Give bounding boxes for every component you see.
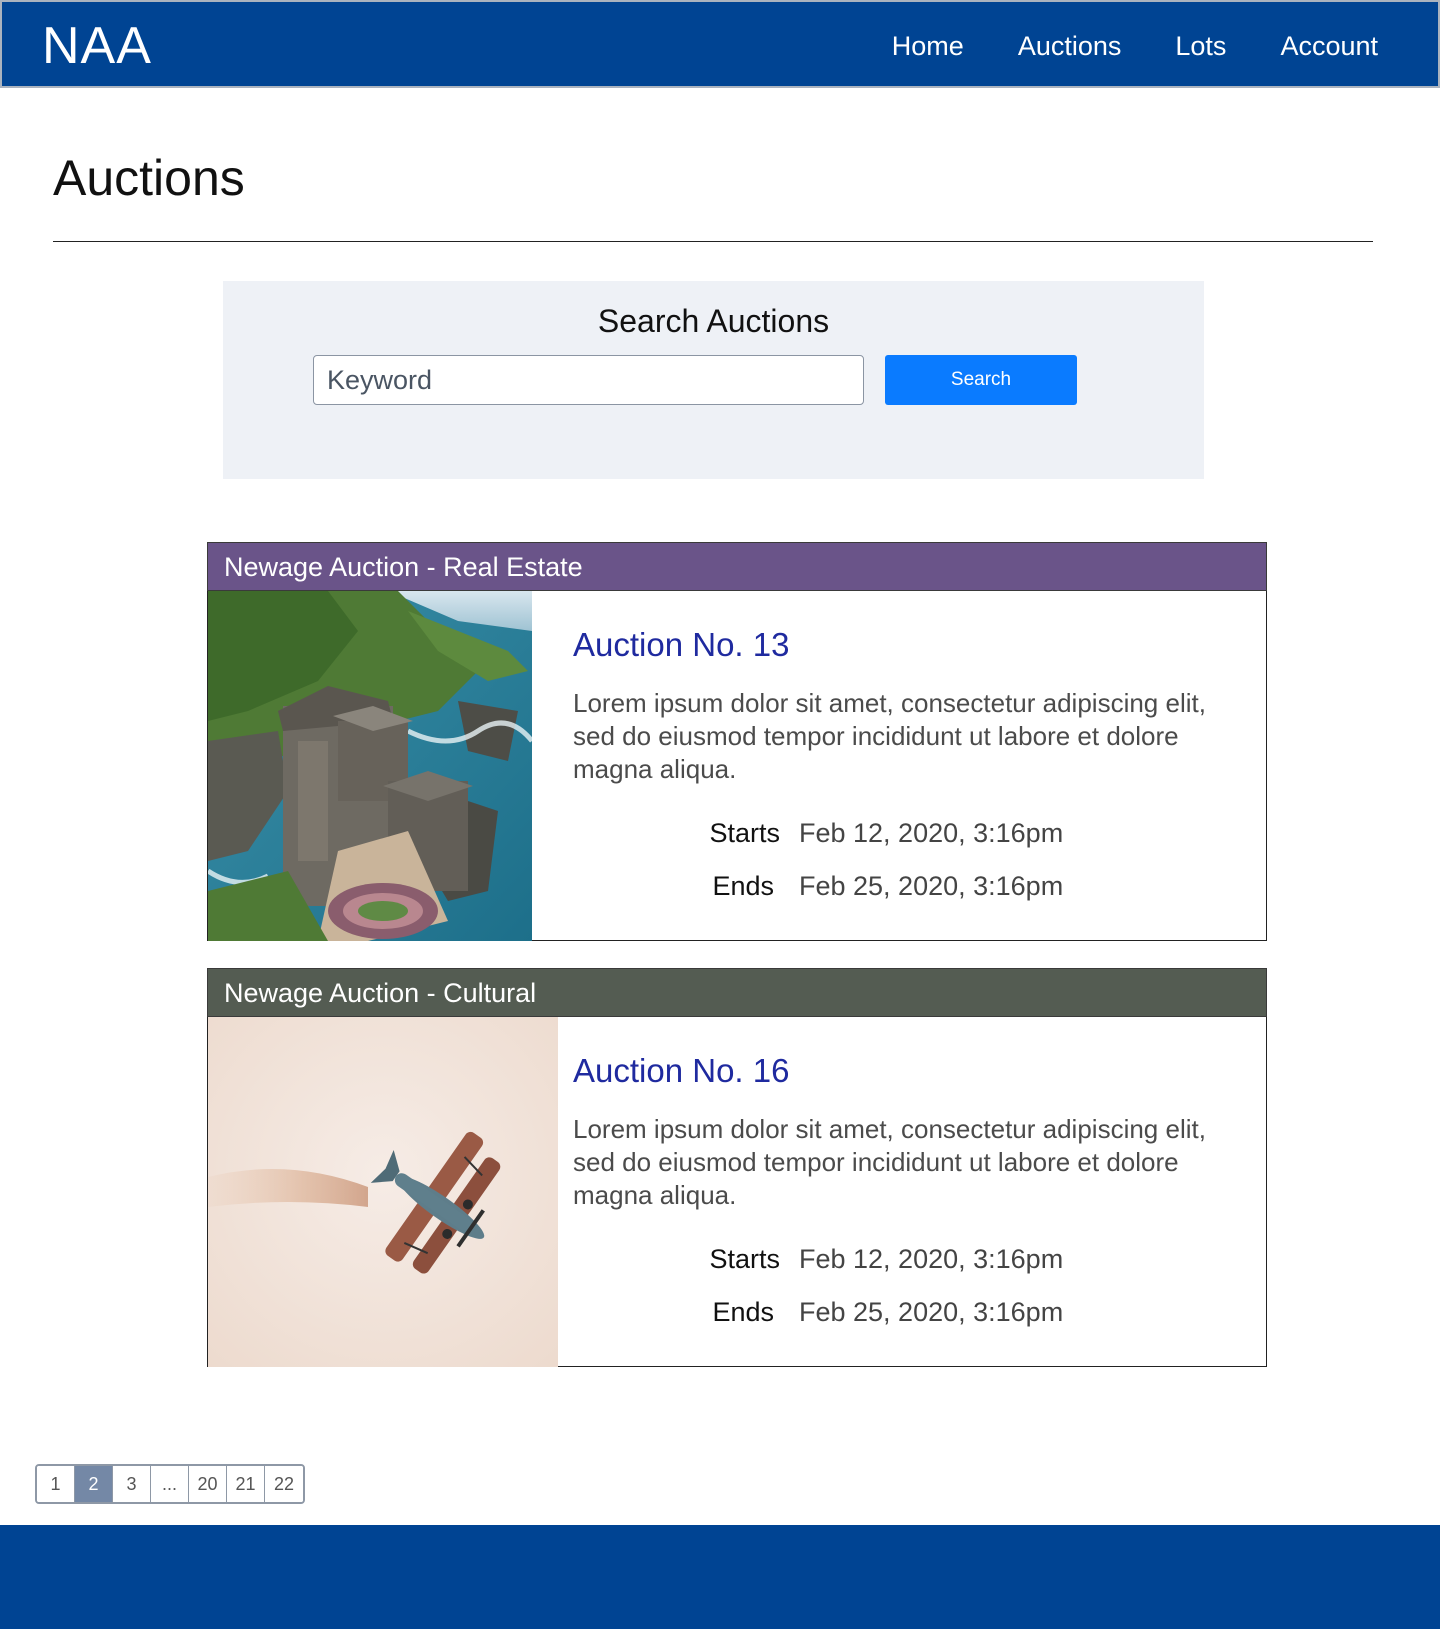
footer: [0, 1525, 1440, 1629]
biplane-image[interactable]: [208, 1017, 558, 1367]
ends-value: Feb 25, 2020, 3:16pm: [799, 871, 1064, 901]
auction-card: Newage Auction - Cultural Auction No. 16…: [207, 968, 1267, 1367]
page-button[interactable]: 1: [37, 1466, 75, 1502]
ends-value: Feb 25, 2020, 3:16pm: [799, 1297, 1064, 1327]
starts-label: Starts: [709, 818, 780, 848]
main-nav: Home Auctions Lots Account: [838, 28, 1378, 64]
page-button[interactable]: 21: [227, 1466, 265, 1502]
starts-value: Feb 12, 2020, 3:16pm: [799, 1244, 1064, 1274]
title-divider: [53, 241, 1373, 242]
auction-description: Lorem ipsum dolor sit amet, consectetur …: [573, 1114, 1206, 1210]
auction-title-link[interactable]: Auction No. 16: [573, 1051, 789, 1091]
page-button[interactable]: 3: [113, 1466, 151, 1502]
search-button[interactable]: Search: [885, 355, 1077, 405]
nav-home[interactable]: Home: [892, 28, 964, 64]
auction-description: Lorem ipsum dolor sit amet, consectetur …: [573, 688, 1206, 784]
auction-card-body: Auction No. 13 Lorem ipsum dolor sit ame…: [207, 591, 1267, 941]
castle-image[interactable]: [208, 591, 532, 941]
auction-category-header: Newage Auction - Real Estate: [207, 542, 1267, 591]
search-input[interactable]: [313, 355, 864, 405]
nav-auctions[interactable]: Auctions: [1018, 28, 1122, 64]
auction-category-header: Newage Auction - Cultural: [207, 968, 1267, 1017]
page-ellipsis: ...: [151, 1466, 189, 1502]
brand-logo[interactable]: NAA: [42, 16, 152, 76]
ends-label: Ends: [712, 1297, 774, 1327]
nav-lots[interactable]: Lots: [1175, 28, 1226, 64]
page-button[interactable]: 2: [75, 1466, 113, 1502]
search-panel: Search Auctions Search: [223, 281, 1204, 479]
auction-title-link[interactable]: Auction No. 13: [573, 625, 789, 665]
top-navbar: NAA Home Auctions Lots Account: [0, 0, 1440, 88]
auction-card: Newage Auction - Real Estate Auction No.…: [207, 542, 1267, 941]
starts-label: Starts: [709, 1244, 780, 1274]
page-title: Auctions: [53, 150, 245, 206]
ends-label: Ends: [712, 871, 774, 901]
pagination: 1 2 3 ... 20 21 22: [35, 1464, 305, 1504]
starts-value: Feb 12, 2020, 3:16pm: [799, 818, 1064, 848]
page-button[interactable]: 22: [265, 1466, 303, 1502]
page-button[interactable]: 20: [189, 1466, 227, 1502]
search-heading: Search Auctions: [597, 303, 830, 339]
auction-card-body: Auction No. 16 Lorem ipsum dolor sit ame…: [207, 1017, 1267, 1367]
nav-account[interactable]: Account: [1280, 28, 1378, 64]
